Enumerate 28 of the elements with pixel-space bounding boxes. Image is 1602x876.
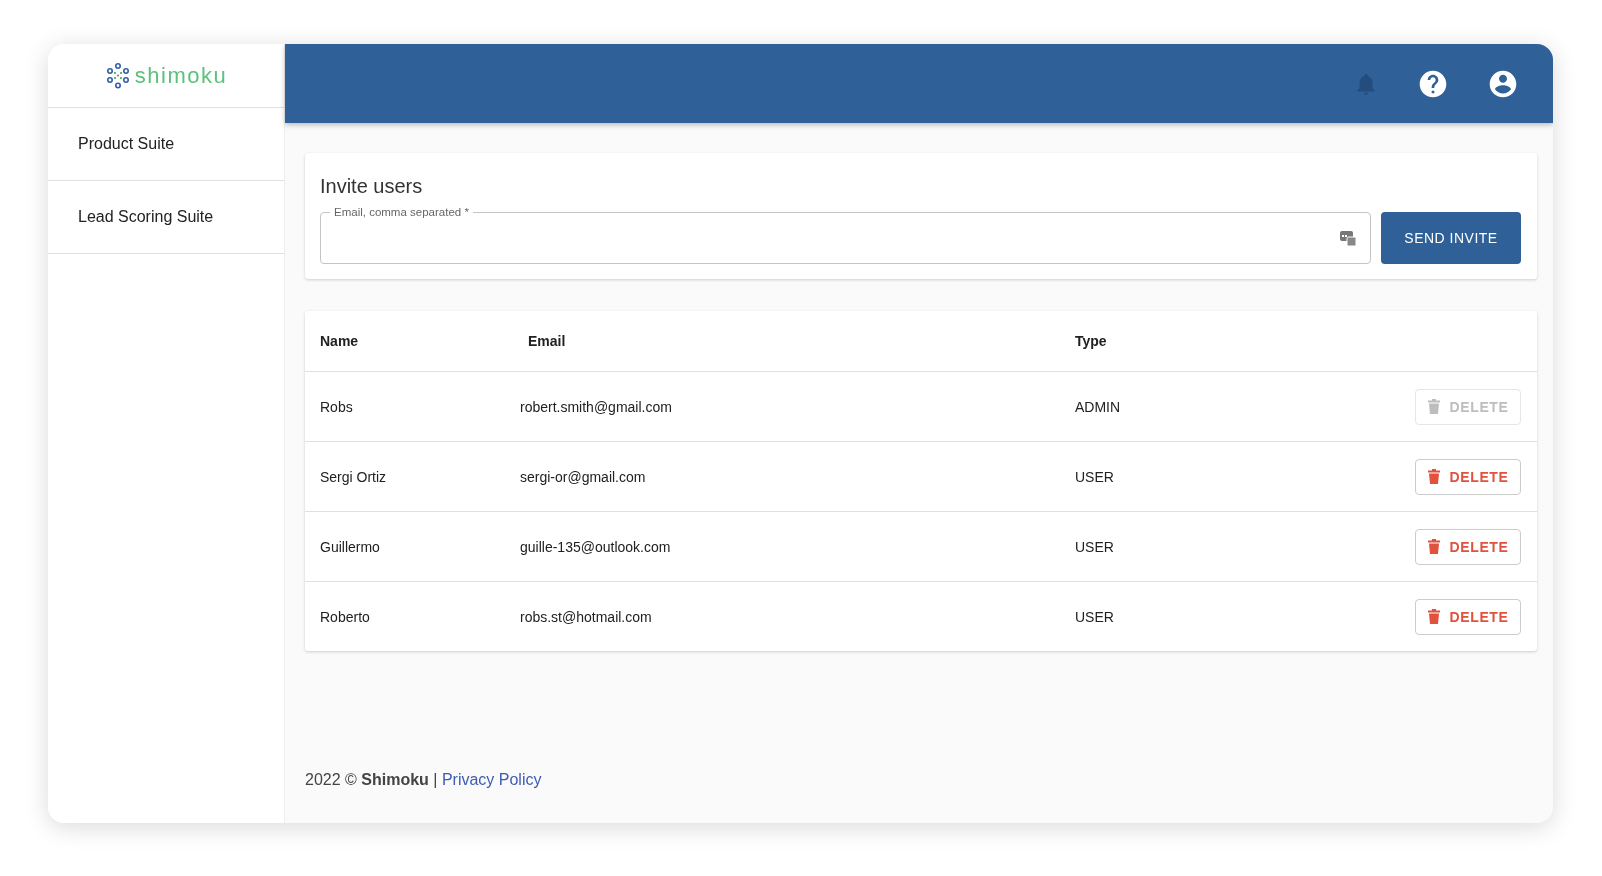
table-cell-text: robert.smith@gmail.com bbox=[520, 398, 673, 415]
table-cell-text: USER bbox=[1075, 468, 1115, 485]
footer-text: 2022 © Shimoku | Privacy Policy bbox=[305, 771, 543, 790]
table-cell-text: USER bbox=[1075, 538, 1115, 555]
column-header: Type bbox=[1075, 333, 1108, 349]
trash-icon bbox=[1427, 399, 1440, 414]
email-field[interactable]: Email, comma separated * bbox=[320, 204, 1371, 264]
table-cell-text: guille-135@outlook.com bbox=[520, 538, 672, 555]
delete-button[interactable]: DELETE bbox=[1415, 528, 1521, 565]
table-cell-text: robs.st@hotmail.com bbox=[520, 608, 653, 625]
trash-icon bbox=[1427, 469, 1440, 484]
trash-icon bbox=[1427, 539, 1440, 554]
logo-dots-icon bbox=[104, 62, 131, 89]
column-header: Name bbox=[320, 333, 360, 349]
privacy-policy-link[interactable]: Privacy Policy bbox=[441, 771, 542, 788]
keyboard-badge-icon bbox=[1339, 229, 1357, 247]
invite-title: Invite users bbox=[320, 175, 424, 198]
sidebar-item[interactable]: Lead Scoring Suite bbox=[48, 181, 284, 254]
table-cell-text: sergi-or@gmail.com bbox=[520, 468, 647, 485]
send-invite-button[interactable]: SEND INVITE bbox=[1381, 212, 1521, 264]
table-cell-text: ADMIN bbox=[1075, 398, 1122, 415]
logo-text: shimoku bbox=[134, 62, 228, 89]
delete-button[interactable]: DELETE bbox=[1415, 598, 1521, 635]
table-cell-text: USER bbox=[1075, 608, 1115, 625]
trash-icon bbox=[1427, 609, 1440, 624]
column-header: Email bbox=[528, 333, 567, 349]
sidebar-item[interactable]: Product Suite bbox=[48, 108, 284, 181]
delete-button[interactable]: DELETE bbox=[1415, 458, 1521, 495]
